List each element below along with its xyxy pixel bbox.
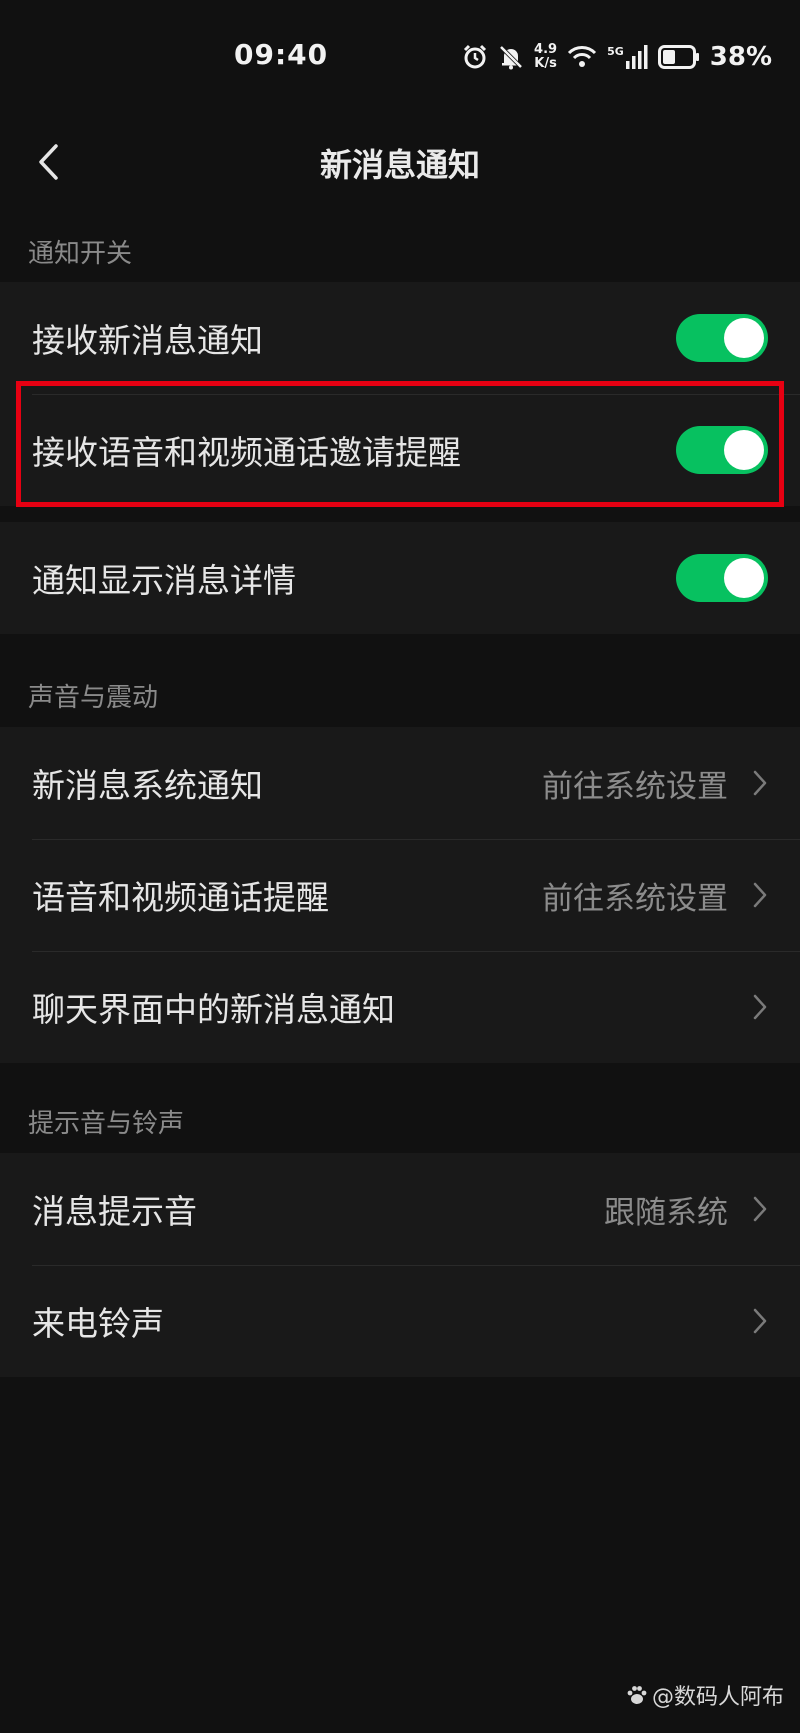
toggle-knob xyxy=(724,558,764,598)
bell-muted-icon xyxy=(499,45,523,70)
chevron-right-icon xyxy=(753,882,767,908)
row-label: 来电铃声 xyxy=(32,1304,164,1343)
row-label: 新消息系统通知 xyxy=(32,766,263,805)
wifi-icon xyxy=(567,46,597,67)
page-title: 新消息通知 xyxy=(319,146,480,184)
cell-signal: 5G xyxy=(607,45,648,69)
chevron-right-icon xyxy=(753,1308,767,1334)
toggle-call-invite-reminder[interactable] xyxy=(676,426,768,474)
chevron-right-icon xyxy=(753,994,767,1020)
speed-value: 4.9 xyxy=(534,42,558,57)
row-system-notification[interactable]: 新消息系统通知 前往系统设置 xyxy=(0,727,800,839)
network-speed: 4.9 K/s xyxy=(534,43,557,71)
row-show-message-detail: 通知显示消息详情 xyxy=(0,522,800,634)
status-icons: 4.9 K/s 5G 38% xyxy=(462,38,772,76)
toggle-knob xyxy=(724,318,764,358)
notify-group: 接收新消息通知 接收语音和视频通话邀请提醒 xyxy=(0,282,800,506)
battery-icon xyxy=(657,45,699,69)
sound-group: 新消息系统通知 前往系统设置 语音和视频通话提醒 前往系统设置 聊天界面中的新消… xyxy=(0,727,800,1063)
chevron-right-icon xyxy=(753,1196,767,1222)
notify-group-lower: 通知显示消息详情 xyxy=(0,522,800,634)
row-value: 跟随系统 xyxy=(604,1194,728,1231)
section-header-sound: 声音与震动 xyxy=(28,683,159,713)
row-ringtone[interactable]: 来电铃声 xyxy=(0,1265,800,1377)
row-message-tone[interactable]: 消息提示音 跟随系统 xyxy=(0,1153,800,1265)
row-label: 通知显示消息详情 xyxy=(32,561,296,600)
row-value: 前往系统设置 xyxy=(542,768,728,805)
tone-group: 消息提示音 跟随系统 来电铃声 xyxy=(0,1153,800,1377)
row-label: 消息提示音 xyxy=(32,1192,197,1231)
chevron-right-icon xyxy=(753,770,767,796)
toggle-receive-new-message[interactable] xyxy=(676,314,768,362)
battery-percent: 38% xyxy=(709,42,772,72)
row-receive-new-message: 接收新消息通知 xyxy=(0,282,800,394)
network-type: 5G xyxy=(607,45,624,58)
speed-unit: K/s xyxy=(534,56,557,71)
section-header-notify: 通知开关 xyxy=(28,239,133,269)
watermark: @数码人阿布 xyxy=(626,1679,784,1711)
watermark-text: @数码人阿布 xyxy=(651,1685,784,1710)
row-call-reminder[interactable]: 语音和视频通话提醒 前往系统设置 xyxy=(0,839,800,951)
paw-icon xyxy=(627,1686,647,1704)
toggle-knob xyxy=(724,430,764,470)
status-bar: 09:40 4.9 K/s 5G 38% xyxy=(0,0,800,110)
alarm-icon xyxy=(463,44,487,69)
row-label: 接收新消息通知 xyxy=(32,321,263,360)
nav-bar: 新消息通知 xyxy=(0,110,800,220)
signal-icon xyxy=(625,45,648,69)
row-label: 语音和视频通话提醒 xyxy=(32,878,329,917)
row-value: 前往系统设置 xyxy=(542,880,728,917)
toggle-show-message-detail[interactable] xyxy=(676,554,768,602)
row-label: 接收语音和视频通话邀请提醒 xyxy=(32,433,461,472)
row-label: 聊天界面中的新消息通知 xyxy=(32,990,395,1029)
row-chat-new-message[interactable]: 聊天界面中的新消息通知 xyxy=(0,951,800,1063)
section-header-tone: 提示音与铃声 xyxy=(28,1109,185,1139)
status-time: 09:40 xyxy=(234,38,329,71)
row-call-invite-reminder: 接收语音和视频通话邀请提醒 xyxy=(0,394,800,506)
